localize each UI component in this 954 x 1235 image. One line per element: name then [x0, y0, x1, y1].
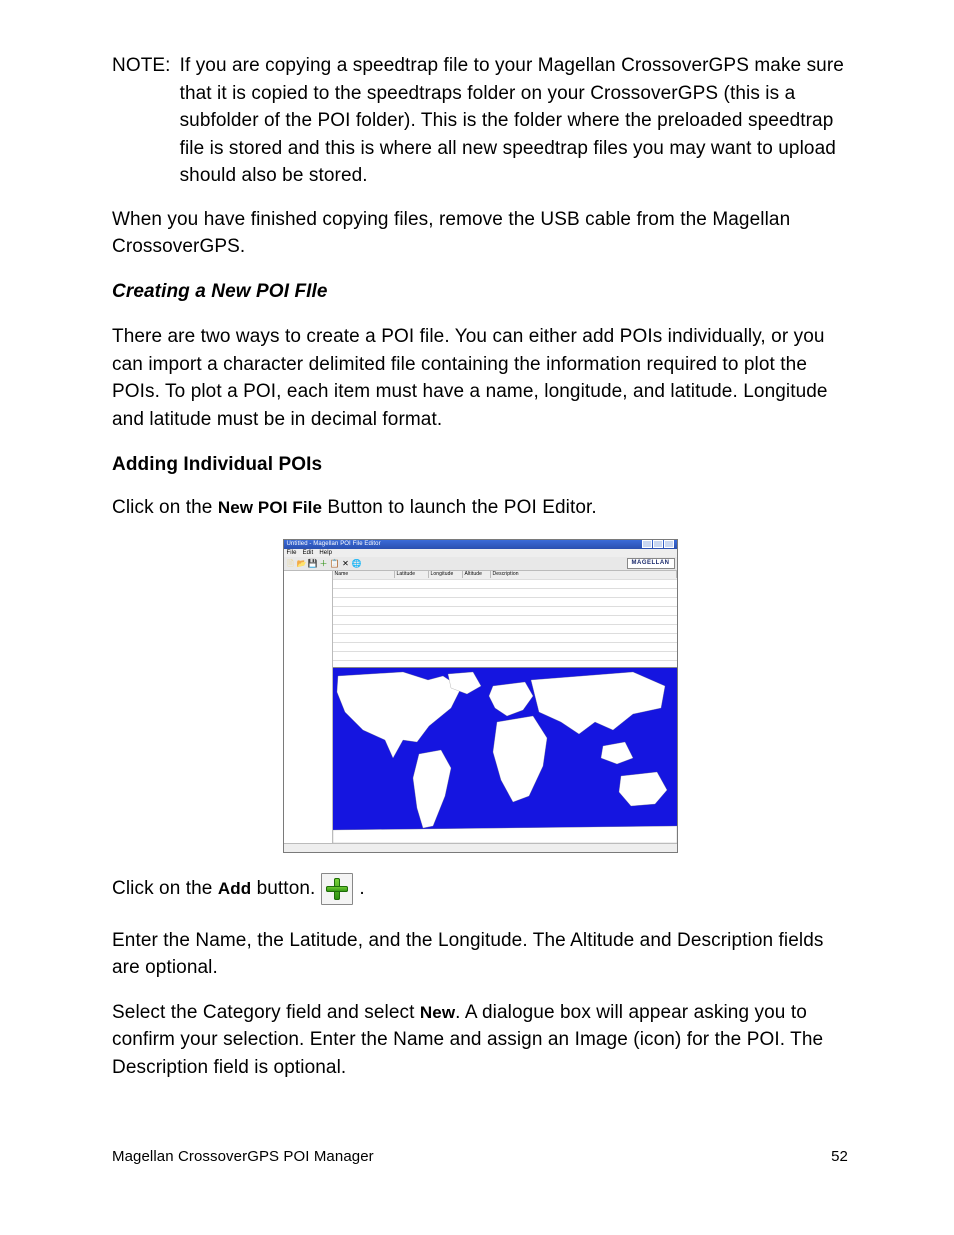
new-file-icon[interactable]: 🗎 [286, 558, 296, 568]
line-click-new-poi: Click on the New POI File Button to laun… [112, 494, 848, 522]
heading-creating-poi: Creating a New POI FIle [112, 278, 848, 306]
column-header[interactable]: Longitude [429, 571, 463, 578]
add-icon[interactable]: ＋ [319, 558, 329, 568]
world-map[interactable] [333, 668, 677, 843]
close-button[interactable] [664, 540, 674, 548]
app-title: Untitled - Magellan POI File Editor [287, 540, 381, 549]
paragraph-twoways: There are two ways to create a POI file.… [112, 323, 848, 433]
paragraph-select: Select the Category field and select New… [112, 999, 848, 1082]
plus-icon [326, 878, 348, 900]
text-pre: Click on the [112, 497, 218, 518]
menu-edit[interactable]: Edit [303, 549, 314, 557]
text-post: Button to launch the POI Editor. [322, 497, 597, 518]
text-post-after-icon: . [359, 875, 364, 903]
column-header[interactable]: Name [333, 571, 395, 578]
column-header[interactable]: Description [491, 571, 677, 578]
app-menubar: File Edit Help [284, 549, 677, 557]
app-sidebar [284, 571, 333, 843]
paragraph-finished: When you have finished copying files, re… [112, 206, 848, 261]
column-header[interactable]: Latitude [395, 571, 429, 578]
minimize-button[interactable] [642, 540, 652, 548]
paragraph-enter: Enter the Name, the Latitude, and the Lo… [112, 927, 848, 982]
text-post-before-icon: button. [251, 878, 315, 899]
column-header[interactable]: Altitude [463, 571, 491, 578]
brand-logo: MAGELLAN [627, 558, 675, 569]
heading-adding-pois: Adding Individual POIs [112, 451, 848, 479]
globe-icon[interactable]: 🌐 [352, 558, 362, 568]
save-icon[interactable]: 💾 [308, 558, 318, 568]
delete-icon[interactable]: ✕ [341, 558, 351, 568]
add-button-icon-box[interactable] [321, 873, 353, 905]
note-body: If you are copying a speedtrap file to y… [175, 52, 848, 190]
bold-new: New [420, 1003, 455, 1022]
app-statusbar [284, 843, 677, 852]
menu-help[interactable]: Help [319, 549, 332, 557]
page-footer: Magellan CrossoverGPS POI Manager 52 [112, 1146, 848, 1168]
maximize-button[interactable] [653, 540, 663, 548]
footer-right: 52 [831, 1146, 848, 1168]
note-block: NOTE: If you are copying a speedtrap fil… [112, 52, 848, 190]
bold-new-poi-file: New POI File [218, 498, 322, 517]
menu-file[interactable]: File [287, 549, 297, 557]
footer-left: Magellan CrossoverGPS POI Manager [112, 1146, 374, 1168]
note-label: NOTE: [112, 52, 175, 190]
bold-add: Add [218, 879, 251, 898]
app-titlebar: Untitled - Magellan POI File Editor [284, 540, 677, 549]
open-folder-icon[interactable]: 📂 [297, 558, 307, 568]
text-pre: Select the Category field and select [112, 1002, 420, 1023]
poi-editor-screenshot: Untitled - Magellan POI File Editor File… [112, 539, 848, 853]
app-window: Untitled - Magellan POI File Editor File… [283, 539, 678, 853]
app-toolbar: 🗎📂💾＋📋✕🌐 MAGELLAN [284, 557, 677, 571]
poi-grid[interactable]: NameLatitudeLongitudeAltitudeDescription [333, 571, 677, 668]
paste-icon[interactable]: 📋 [330, 558, 340, 568]
text-pre: Click on the [112, 878, 218, 899]
line-click-add: Click on the Add button. . [112, 873, 848, 905]
